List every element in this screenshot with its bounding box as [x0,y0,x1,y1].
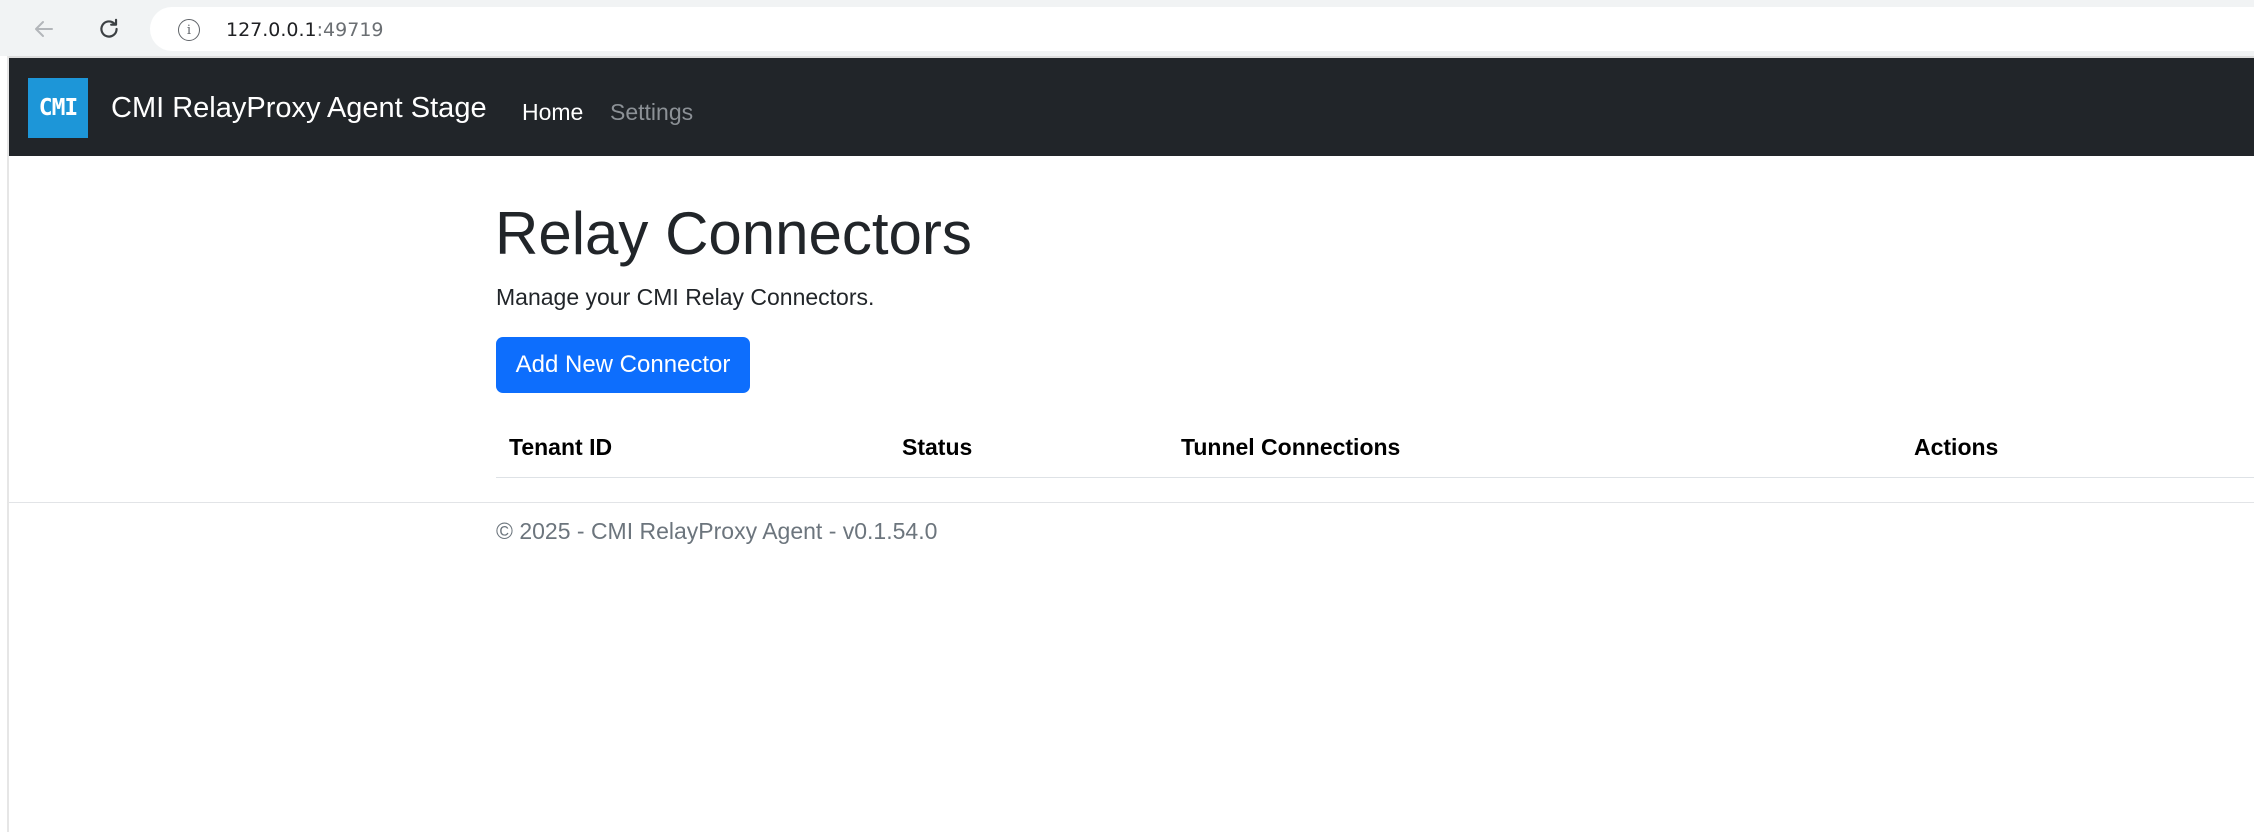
column-header-tunnel-connections: Tunnel Connections [1181,434,1401,460]
url-host: 127.0.0.1 [226,19,317,41]
nav-link-home[interactable]: Home [522,99,583,126]
add-new-connector-button[interactable]: Add New Connector [496,337,750,393]
page-subtitle: Manage your CMI Relay Connectors. [496,284,875,310]
app-window: CMI CMI RelayProxy Agent Stage Home Sett… [7,56,2254,832]
page-title: Relay Connectors [495,200,972,267]
footer-text: © 2025 - CMI RelayProxy Agent - v0.1.54.… [496,518,938,544]
connectors-table: Tenant ID Status Tunnel Connections Acti… [496,412,2254,478]
reload-icon [100,18,118,38]
browser-toolbar: i 127.0.0.1:49719 [0,0,2254,56]
brand-name[interactable]: CMI RelayProxy Agent Stage [111,92,487,125]
back-button[interactable] [25,10,63,48]
navbar: CMI CMI RelayProxy Agent Stage Home Sett… [9,58,2254,156]
reload-button[interactable] [90,10,128,48]
address-bar[interactable]: i 127.0.0.1:49719 [150,7,2254,51]
column-header-tenant-id: Tenant ID [509,434,613,460]
footer-divider [9,502,2254,503]
column-header-actions: Actions [1914,434,1999,460]
url-port: :49719 [316,19,384,41]
nav-link-settings[interactable]: Settings [610,99,693,126]
brand-logo[interactable]: CMI [28,78,88,138]
url-text[interactable]: 127.0.0.1:49719 [226,19,384,41]
arrow-left-icon [35,21,53,37]
column-header-status: Status [902,434,973,460]
info-icon[interactable]: i [178,19,200,41]
brand-logo-text: CMI [38,95,79,121]
